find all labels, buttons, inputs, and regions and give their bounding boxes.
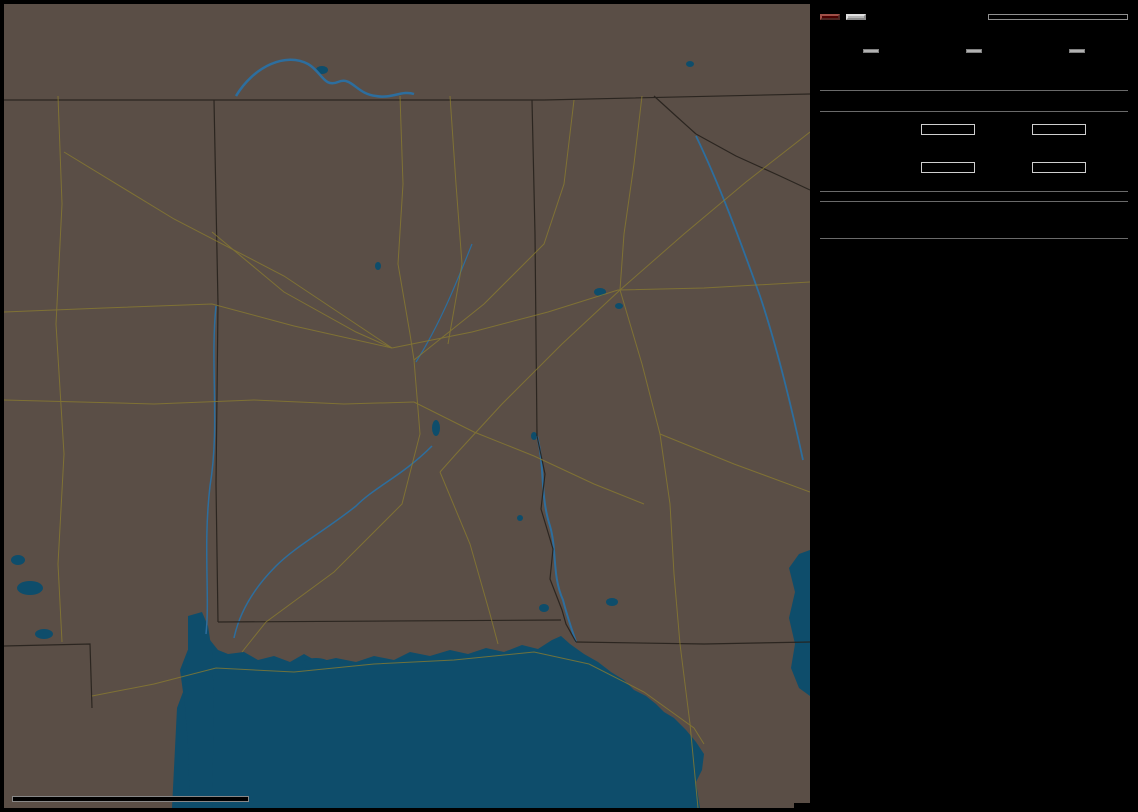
section-divider	[820, 90, 1128, 91]
section-divider	[820, 191, 1128, 192]
lightning-map[interactable]	[4, 4, 810, 808]
rate-indicators	[820, 42, 1128, 61]
strike-legend	[12, 796, 249, 802]
map-geography	[4, 4, 810, 808]
intracloud-row	[820, 162, 1128, 173]
section-divider	[820, 201, 1128, 202]
session-stats	[820, 248, 1128, 258]
totals	[820, 75, 1128, 81]
trend-graph	[820, 280, 1128, 538]
distribution-title	[820, 107, 1128, 112]
strikes-per-min-label	[863, 49, 880, 53]
ic-negative-bar	[1032, 162, 1086, 173]
cloud-ground-row	[820, 124, 1128, 135]
bearing-display	[988, 14, 1128, 20]
close-per-min-label	[965, 49, 982, 53]
cg-negative-bar	[1032, 124, 1086, 135]
noise-mode-button[interactable]	[846, 14, 866, 20]
receiver-status	[820, 211, 1128, 229]
cg-positive-bar	[921, 124, 975, 135]
ic-positive-bar	[921, 162, 975, 173]
copyright-text	[794, 803, 810, 808]
nexstorm-window	[0, 0, 1138, 812]
control-panel	[814, 4, 1134, 808]
strike-mode-button[interactable]	[820, 14, 840, 20]
section-divider	[820, 238, 1128, 239]
noises-per-min-label	[1068, 49, 1085, 53]
